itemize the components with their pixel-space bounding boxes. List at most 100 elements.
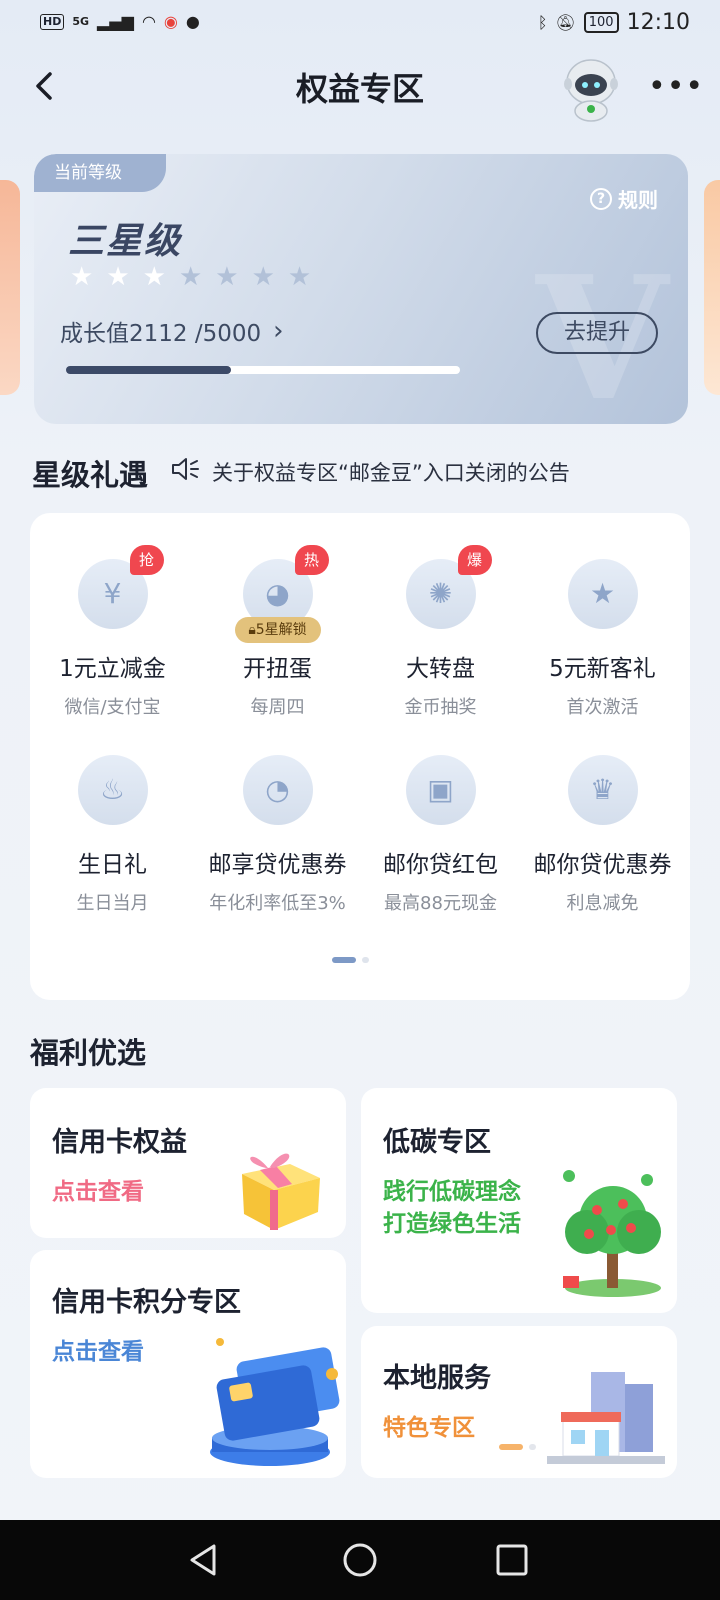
- card-title: 本地服务: [383, 1363, 491, 1394]
- message-icon: ●: [185, 12, 200, 31]
- perk-glyph: ★: [589, 577, 616, 610]
- signal-icon: 5G: [72, 15, 90, 28]
- cake-icon: ♨: [77, 755, 148, 825]
- perk-name: 1元立减金: [59, 656, 166, 682]
- speaker-icon: [170, 456, 200, 487]
- header: 权益专区 •••: [0, 52, 720, 124]
- card-title: 信用卡权益: [52, 1127, 187, 1158]
- card-link: 点击查看: [52, 1179, 144, 1205]
- star-filled-icon: ★: [70, 262, 94, 292]
- perk-subtitle: 微信/支付宝: [64, 697, 161, 718]
- card-link: 点击查看: [52, 1339, 144, 1365]
- star-empty-icon: ★: [178, 262, 203, 292]
- assistant-robot-icon[interactable]: [560, 56, 622, 122]
- page-dot: [362, 957, 369, 963]
- perk-glyph: ♨: [99, 773, 126, 806]
- gift-bag-icon: ★: [567, 559, 638, 629]
- perk-subtitle: 最高88元现金: [384, 893, 497, 914]
- triangle-back-icon: [190, 1544, 216, 1576]
- perk-subtitle: 生日当月: [76, 893, 149, 914]
- card-subtitle-2: 打造绿色生活: [383, 1211, 521, 1237]
- growth-value: 成长值2112 /5000: [60, 321, 262, 347]
- page: HD 5G ▂▄▆ ◠ ◉ ● ᛒ 🔕︎ 100 12:10 权益专区 ••• …: [0, 0, 720, 1600]
- next-level-card[interactable]: [704, 180, 720, 395]
- tree-icon: [563, 1170, 661, 1297]
- card-title: 信用卡积分专区: [52, 1287, 241, 1318]
- perk-item[interactable]: ♨ 生日礼生日当月: [30, 755, 195, 915]
- perk-item[interactable]: ◔ 邮享贷优惠券年化利率低至3%: [195, 755, 360, 915]
- perk-glyph: ♛: [589, 773, 616, 806]
- card-title: 低碳专区: [383, 1127, 491, 1158]
- level-card: V 当前等级 ? 规则 三星级 ★ ★ ★ ★ ★ ★ ★ 成长值2112 /5000 › …: [34, 154, 688, 424]
- credit-card-points-card[interactable]: 信用卡积分专区 点击查看: [30, 1250, 346, 1478]
- page-dot: [529, 1444, 536, 1450]
- perk-name: 5元新客礼: [549, 656, 656, 682]
- low-carbon-card[interactable]: 低碳专区 践行低碳理念 打造绿色生活: [361, 1088, 677, 1313]
- hd-indicator: HD: [40, 13, 65, 30]
- nav-home-button[interactable]: [340, 1540, 380, 1580]
- perk-item[interactable]: ✺ 爆大转盘 金币抽奖: [358, 545, 523, 719]
- star-filled-icon: ★: [106, 262, 130, 292]
- perk-badge: 爆: [457, 545, 492, 575]
- perk-subtitle: 利息减免: [566, 893, 639, 914]
- more-options-icon[interactable]: •••: [648, 72, 703, 102]
- status-bar: HD 5G ▂▄▆ ◠ ◉ ● ᛒ 🔕︎ 100 12:10: [0, 0, 720, 50]
- growth-progress-fill: [66, 366, 232, 374]
- star-filled-icon: ★: [142, 262, 166, 292]
- wheel-icon: ✺ 爆: [405, 545, 492, 629]
- lock-tag: 🔒︎5星解锁: [234, 617, 321, 643]
- red-packet-icon: ▣: [405, 755, 476, 825]
- perk-name: 生日礼: [78, 852, 147, 878]
- page-dot-active: [499, 1444, 523, 1450]
- rule-link[interactable]: ? 规则: [590, 184, 658, 213]
- perk-name: 邮享贷优惠券: [208, 852, 347, 878]
- perk-glyph: ◔: [265, 773, 290, 806]
- perk-item[interactable]: ◕ 热 🔒︎5星解锁 开扭蛋 每周四: [195, 545, 360, 719]
- star-gift-title: 星级礼遇: [32, 458, 149, 492]
- local-services-card[interactable]: 本地服务 特色专区: [361, 1326, 677, 1478]
- rule-label: 规则: [618, 188, 658, 212]
- circle-home-icon: [343, 1543, 377, 1577]
- perk-name: 邮你贷红包: [383, 852, 498, 878]
- credit-card-icon: [210, 1338, 340, 1466]
- crown-icon: ♛: [567, 755, 638, 825]
- perk-subtitle: 每周四: [250, 697, 305, 718]
- perk-name: 邮你贷优惠券: [533, 852, 672, 878]
- perk-badge: 热: [294, 545, 329, 575]
- perk-item[interactable]: ♛ 邮你贷优惠券利息减免: [520, 755, 685, 915]
- credit-card-benefits-card[interactable]: 信用卡权益 点击查看: [30, 1088, 346, 1238]
- perk-glyph: ▣: [427, 773, 454, 806]
- level-stars: ★ ★ ★ ★ ★ ★ ★: [70, 264, 311, 290]
- upgrade-button[interactable]: 去提升: [536, 312, 658, 354]
- loan-coupon-icon: ◔: [242, 755, 313, 825]
- system-nav-bar: [0, 1520, 720, 1600]
- perk-subtitle: 金币抽奖: [404, 697, 477, 718]
- growth-value-link[interactable]: 成长值2112 /5000 ›: [60, 314, 284, 348]
- nav-recents-button[interactable]: [492, 1540, 532, 1580]
- gift-box-icon: [242, 1153, 320, 1230]
- perk-item[interactable]: ★ 5元新客礼 首次激活: [520, 559, 685, 719]
- square-recents-icon: [496, 1544, 528, 1576]
- wifi-icon: ◠: [141, 12, 156, 31]
- perk-badge: 抢: [129, 545, 164, 575]
- card-link: 特色专区: [383, 1415, 475, 1441]
- mute-icon: 🔕︎: [555, 13, 576, 32]
- star-empty-icon: ★: [287, 262, 312, 292]
- perk-item[interactable]: ¥ 抢 1元立减金微信/支付宝: [30, 545, 195, 719]
- growth-progress-bar: [66, 366, 460, 374]
- battery-icon: 100: [583, 12, 619, 33]
- card-subtitle-1: 践行低碳理念: [383, 1179, 521, 1205]
- voucher-icon: ¥ 抢: [77, 545, 164, 629]
- buildings-icon: [547, 1372, 665, 1464]
- announcement-bar[interactable]: 关于权益专区“邮金豆”入口关闭的公告: [170, 456, 570, 487]
- perk-item[interactable]: ▣ 邮你贷红包最高88元现金: [358, 755, 523, 915]
- level-name: 三星级: [68, 221, 183, 262]
- page-indicator: [332, 957, 369, 963]
- nav-back-button[interactable]: [184, 1540, 224, 1580]
- clock: 12:10: [626, 10, 690, 35]
- prev-level-card[interactable]: [0, 180, 20, 395]
- perk-subtitle: 年化利率低至3%: [209, 893, 346, 914]
- current-level-tag: 当前等级: [34, 154, 166, 192]
- question-icon: ?: [590, 187, 612, 210]
- perk-name: 开扭蛋: [243, 656, 312, 682]
